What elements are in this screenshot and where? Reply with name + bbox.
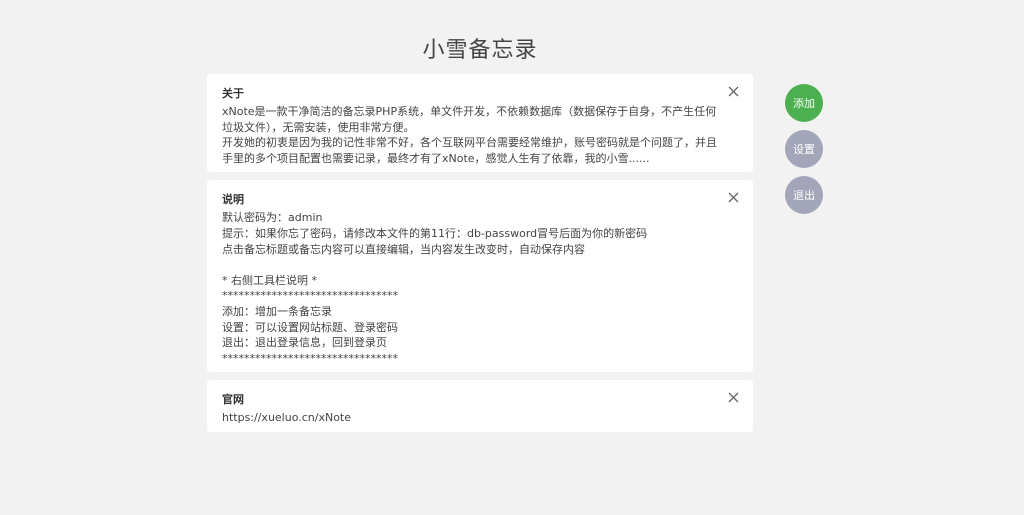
note-content[interactable]: xNote是一款干净简洁的备忘录PHP系统，单文件开发，不依赖数据库（数据保存于… [222,104,723,166]
note-card-website: 官网 https://xueluo.cn/xNote [207,380,753,432]
note-card-about: 关于 xNote是一款干净简洁的备忘录PHP系统，单文件开发，不依赖数据库（数据… [207,74,753,173]
note-title[interactable]: 官网 [222,392,723,407]
note-content[interactable]: https://xueluo.cn/xNote [222,410,723,426]
settings-button[interactable]: 设置 [785,130,823,168]
close-icon[interactable] [728,392,739,403]
add-button[interactable]: 添加 [785,84,823,122]
right-toolbar: 添加 设置 退出 [785,84,823,222]
page-title[interactable]: 小雪备忘录 [0,32,960,64]
close-icon[interactable] [728,86,739,97]
note-card-instructions: 说明 默认密码为：admin 提示：如果你忘了密码，请修改本文件的第11行：db… [207,180,753,373]
logout-button[interactable]: 退出 [785,176,823,214]
notes-list: 关于 xNote是一款干净简洁的备忘录PHP系统，单文件开发，不依赖数据库（数据… [207,74,753,440]
close-icon[interactable] [728,192,739,203]
note-content[interactable]: 默认密码为：admin 提示：如果你忘了密码，请修改本文件的第11行：db-pa… [222,210,723,366]
note-title[interactable]: 关于 [222,86,723,101]
note-title[interactable]: 说明 [222,192,723,207]
